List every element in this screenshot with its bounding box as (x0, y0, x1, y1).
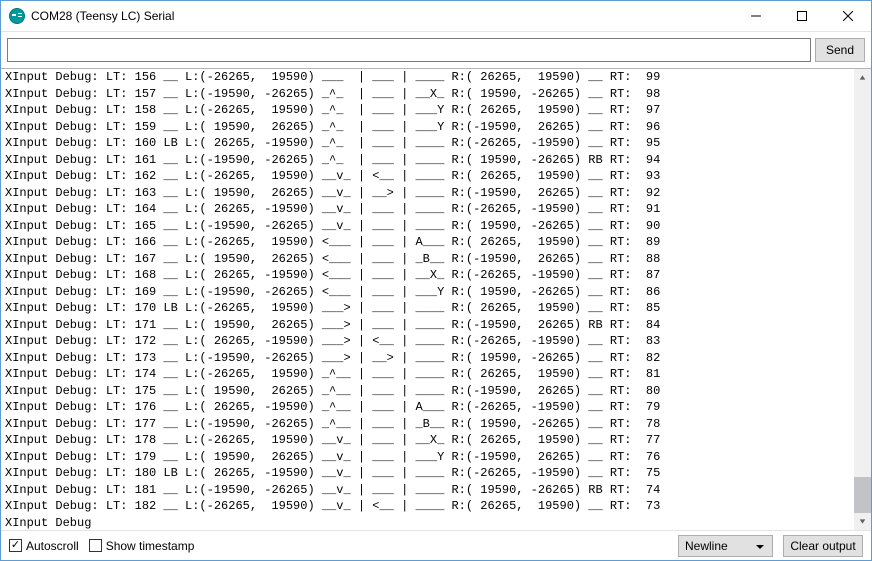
line-ending-value: Newline (685, 539, 728, 553)
console-line: XInput Debug: LT: 181 __ L:(-19590, -262… (5, 482, 854, 499)
console-line: XInput Debug: LT: 167 __ L:( 19590, 2626… (5, 251, 854, 268)
console-line: XInput Debug: LT: 161 __ L:(-19590, -262… (5, 152, 854, 169)
console-line: XInput Debug: LT: 166 __ L:(-26265, 1959… (5, 234, 854, 251)
console-line: XInput Debug: LT: 171 __ L:( 19590, 2626… (5, 317, 854, 334)
timestamp-label: Show timestamp (106, 539, 195, 553)
scroll-up-arrow[interactable] (854, 69, 871, 86)
timestamp-box[interactable] (89, 539, 102, 552)
console-line: XInput Debug: LT: 179 __ L:( 19590, 2626… (5, 449, 854, 466)
console-output: XInput Debug: LT: 156 __ L:(-26265, 1959… (1, 69, 854, 530)
close-button[interactable] (825, 1, 871, 31)
timestamp-checkbox[interactable]: Show timestamp (89, 539, 195, 553)
console-line: XInput Debug (5, 515, 854, 531)
console-line: XInput Debug: LT: 176 __ L:( 26265, -195… (5, 399, 854, 416)
console-line: XInput Debug: LT: 172 __ L:( 26265, -195… (5, 333, 854, 350)
input-row: Send (1, 32, 871, 68)
console-line: XInput Debug: LT: 177 __ L:(-19590, -262… (5, 416, 854, 433)
console-area: XInput Debug: LT: 156 __ L:(-26265, 1959… (1, 68, 871, 530)
console-line: XInput Debug: LT: 159 __ L:( 19590, 2626… (5, 119, 854, 136)
window-title: COM28 (Teensy LC) Serial (31, 9, 733, 23)
arduino-icon (9, 8, 25, 24)
console-line: XInput Debug: LT: 182 __ L:(-26265, 1959… (5, 498, 854, 515)
scroll-thumb[interactable] (854, 477, 871, 513)
console-line: XInput Debug: LT: 158 __ L:(-26265, 1959… (5, 102, 854, 119)
console-line: XInput Debug: LT: 173 __ L:(-19590, -262… (5, 350, 854, 367)
console-line: XInput Debug: LT: 162 __ L:(-26265, 1959… (5, 168, 854, 185)
console-line: XInput Debug: LT: 163 __ L:( 19590, 2626… (5, 185, 854, 202)
vertical-scrollbar[interactable] (854, 69, 871, 530)
bottom-bar: Autoscroll Show timestamp Newline Clear … (1, 530, 871, 560)
console-line: XInput Debug: LT: 160 LB L:( 26265, -195… (5, 135, 854, 152)
serial-input[interactable] (7, 38, 811, 62)
console-line: XInput Debug: LT: 170 LB L:(-26265, 1959… (5, 300, 854, 317)
console-line: XInput Debug: LT: 168 __ L:( 26265, -195… (5, 267, 854, 284)
title-bar: COM28 (Teensy LC) Serial (1, 1, 871, 32)
console-line: XInput Debug: LT: 156 __ L:(-26265, 1959… (5, 69, 854, 86)
console-line: XInput Debug: LT: 178 __ L:(-26265, 1959… (5, 432, 854, 449)
console-line: XInput Debug: LT: 165 __ L:(-19590, -262… (5, 218, 854, 235)
send-button[interactable]: Send (815, 38, 865, 62)
console-line: XInput Debug: LT: 157 __ L:(-19590, -262… (5, 86, 854, 103)
serial-monitor-window: COM28 (Teensy LC) Serial Send XInput Deb… (0, 0, 872, 561)
line-ending-dropdown[interactable]: Newline (678, 535, 773, 557)
console-line: XInput Debug: LT: 174 __ L:(-26265, 1959… (5, 366, 854, 383)
scroll-down-arrow[interactable] (854, 513, 871, 530)
minimize-button[interactable] (733, 1, 779, 31)
console-line: XInput Debug: LT: 169 __ L:(-19590, -262… (5, 284, 854, 301)
clear-output-button[interactable]: Clear output (783, 535, 863, 557)
scroll-track[interactable] (854, 86, 871, 513)
autoscroll-label: Autoscroll (26, 539, 79, 553)
console-line: XInput Debug: LT: 175 __ L:( 19590, 2626… (5, 383, 854, 400)
window-controls (733, 1, 871, 31)
autoscroll-checkbox[interactable]: Autoscroll (9, 539, 79, 553)
autoscroll-box[interactable] (9, 539, 22, 552)
console-line: XInput Debug: LT: 180 LB L:( 26265, -195… (5, 465, 854, 482)
console-line: XInput Debug: LT: 164 __ L:( 26265, -195… (5, 201, 854, 218)
maximize-button[interactable] (779, 1, 825, 31)
